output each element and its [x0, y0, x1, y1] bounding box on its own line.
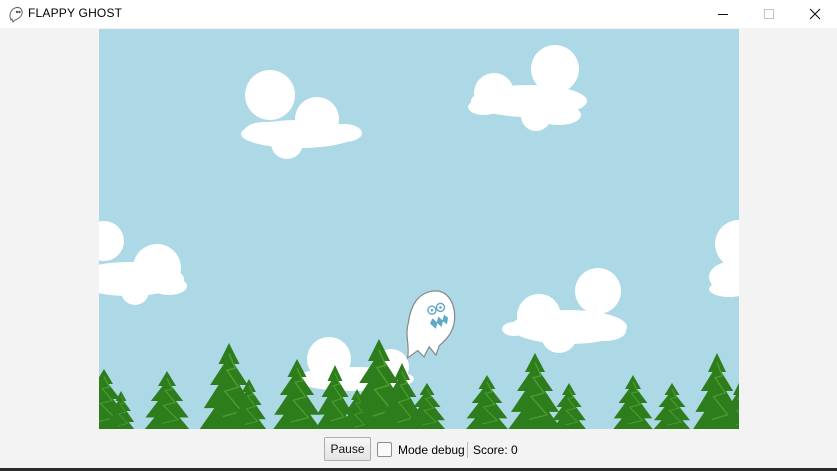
maximize-icon: [764, 9, 774, 19]
ghost-player: [406, 290, 456, 360]
cloud-2: [468, 45, 587, 131]
debug-mode-label: Mode debug: [398, 443, 465, 457]
window-title: FLAPPY GHOST: [28, 6, 123, 20]
cloud-3: [99, 221, 187, 305]
ghost-app-icon: [9, 7, 23, 23]
cloud-1: [241, 70, 362, 159]
close-button[interactable]: [792, 0, 837, 28]
minimize-button[interactable]: [700, 0, 746, 28]
separator: [467, 442, 468, 458]
debug-mode-checkbox[interactable]: [377, 442, 392, 457]
title-bar: FLAPPY GHOST: [0, 0, 837, 28]
score-label: Score: 0: [473, 443, 518, 457]
game-scene: [99, 45, 739, 429]
minimize-icon: [718, 14, 728, 15]
maximize-button[interactable]: [746, 0, 792, 28]
cloud-5: [502, 268, 627, 353]
cloud-4: [709, 220, 739, 297]
game-canvas[interactable]: [99, 29, 739, 429]
pause-button[interactable]: Pause: [324, 437, 371, 461]
control-bar: Pause Mode debug Score: 0: [0, 430, 837, 471]
close-icon: [809, 8, 821, 20]
